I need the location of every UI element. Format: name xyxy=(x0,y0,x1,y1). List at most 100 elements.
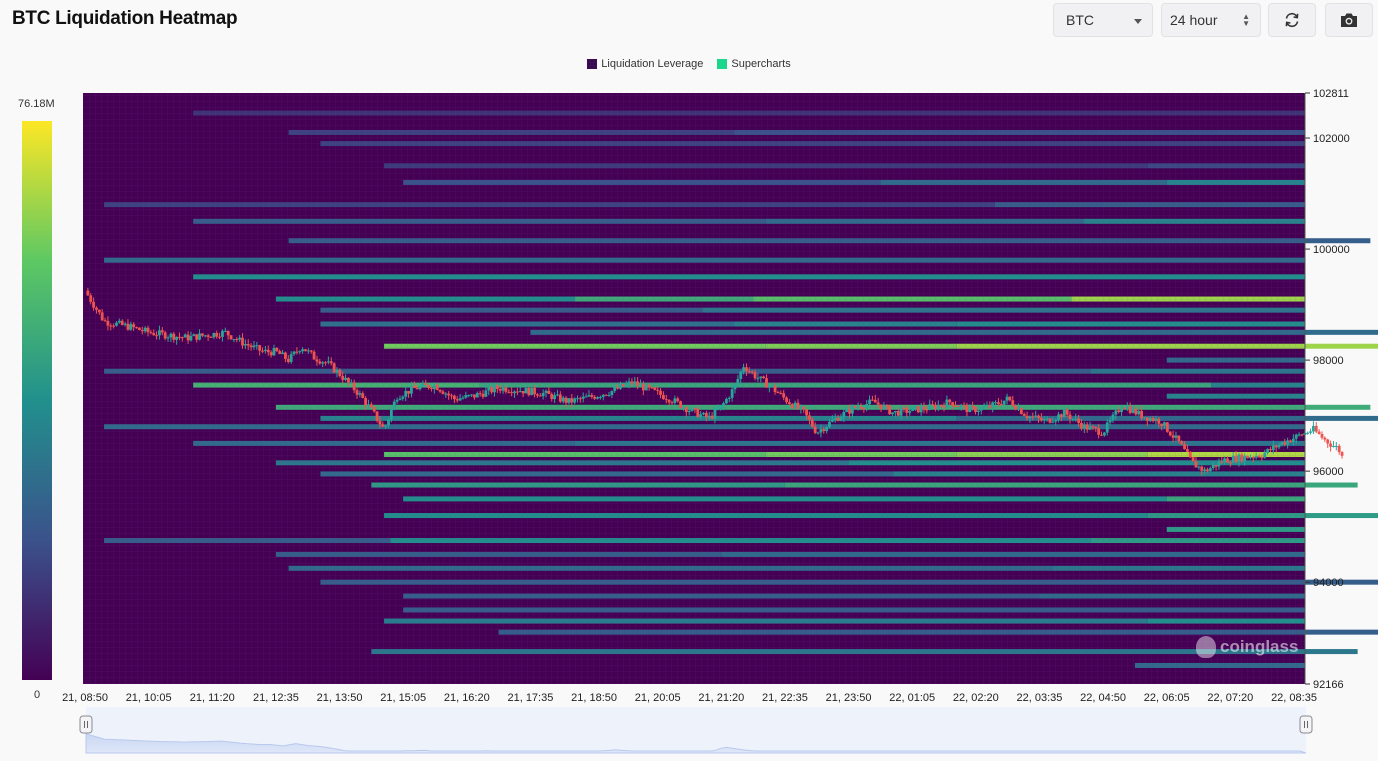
candle-body xyxy=(916,406,920,413)
candle-body xyxy=(1271,445,1275,451)
candle-body xyxy=(450,395,453,397)
candle-body xyxy=(504,387,508,392)
candle-body xyxy=(976,410,980,412)
candle-body xyxy=(1128,406,1132,413)
x-tick-label: 21, 21:20 xyxy=(698,692,744,704)
candle-body xyxy=(647,384,651,388)
liquidation-heatmap-chart[interactable]: 102811 102000 100000 98000 96000 94000 92166 2… xyxy=(0,0,1378,761)
candle-body xyxy=(252,345,256,348)
candle-body xyxy=(1134,408,1138,415)
candle-body xyxy=(558,394,562,402)
candle-body xyxy=(1057,414,1060,420)
candle-body xyxy=(229,335,233,340)
candle-body xyxy=(538,395,542,397)
candle-body xyxy=(1042,419,1046,421)
candle-body xyxy=(676,398,680,402)
candle-body xyxy=(198,333,201,340)
candle-body xyxy=(192,334,196,337)
candle-body xyxy=(1111,414,1115,421)
candle-body xyxy=(180,337,184,339)
candle-body xyxy=(902,407,906,409)
candle-body xyxy=(218,336,221,338)
candle-body xyxy=(601,394,605,397)
candle-body xyxy=(484,390,488,397)
candle-body xyxy=(1160,423,1164,426)
candle-body xyxy=(756,378,760,380)
candle-body xyxy=(212,332,216,338)
navigator-handle-left[interactable] xyxy=(79,715,93,734)
candle-body xyxy=(988,405,992,408)
candle-body xyxy=(1002,400,1006,405)
candle-body xyxy=(750,371,754,373)
candle-body xyxy=(742,367,745,372)
candle-body xyxy=(1163,422,1166,426)
candle-body xyxy=(458,398,462,401)
candle-body xyxy=(195,334,199,340)
candle-body xyxy=(765,378,768,388)
candle-body xyxy=(607,394,611,396)
candle-body xyxy=(1168,431,1172,436)
candle-body xyxy=(138,327,141,331)
candle-body xyxy=(782,393,786,398)
candle-body xyxy=(727,397,731,399)
candle-body xyxy=(255,345,259,347)
candle-body xyxy=(759,376,763,379)
candle-body xyxy=(1251,457,1255,459)
candle-body xyxy=(653,387,657,390)
candle-body xyxy=(1074,418,1078,420)
candle-body xyxy=(152,333,156,336)
candle-body xyxy=(464,395,468,398)
candle-body xyxy=(352,382,356,391)
x-tick-label: 22, 04:50 xyxy=(1080,692,1126,704)
heatmap-grid xyxy=(83,93,1305,684)
candle-body xyxy=(982,406,986,408)
candle-body xyxy=(911,407,914,412)
candle-body xyxy=(1094,426,1098,429)
candle-body xyxy=(1028,416,1032,419)
candle-body xyxy=(564,397,568,403)
range-navigator[interactable] xyxy=(79,707,1313,754)
candle-body xyxy=(1088,426,1092,430)
candle-body xyxy=(1274,445,1278,448)
candle-body xyxy=(146,327,150,333)
candle-body xyxy=(888,405,892,415)
candle-body xyxy=(954,405,957,407)
navigator-handle-right[interactable] xyxy=(1299,715,1313,734)
candle-body xyxy=(793,402,797,408)
candle-body xyxy=(1039,417,1043,421)
candle-body xyxy=(135,327,138,329)
candle-body xyxy=(387,419,390,426)
candle-body xyxy=(530,387,534,396)
x-tick-label: 21, 16:20 xyxy=(444,692,490,704)
candle-body xyxy=(312,351,316,360)
candle-body xyxy=(593,396,597,399)
candle-body xyxy=(687,410,691,413)
x-tick-label: 21, 23:50 xyxy=(826,692,872,704)
candle-body xyxy=(461,397,465,399)
candle-body xyxy=(1263,452,1267,458)
candle-body xyxy=(822,429,826,432)
candle-body xyxy=(773,385,777,392)
candle-body xyxy=(828,421,831,428)
candle-body xyxy=(92,301,95,308)
candle-body xyxy=(673,398,677,403)
candle-body xyxy=(1071,418,1075,420)
x-tick-label: 21, 22:35 xyxy=(762,692,808,704)
candle-body xyxy=(1249,457,1252,459)
candle-body xyxy=(309,350,313,352)
candle-body xyxy=(1157,418,1161,424)
candle-body xyxy=(1257,456,1261,458)
candle-body xyxy=(644,384,648,391)
candle-body xyxy=(596,397,599,399)
candle-body xyxy=(209,336,213,338)
candle-body xyxy=(258,345,262,351)
candle-body xyxy=(321,362,325,364)
candle-body xyxy=(404,390,408,397)
candle-body xyxy=(928,404,932,410)
candle-body xyxy=(547,390,551,394)
candle-body xyxy=(1025,415,1029,419)
candle-body xyxy=(776,391,780,393)
candle-body xyxy=(956,405,960,407)
candle-body xyxy=(1145,417,1149,421)
candle-body xyxy=(1054,419,1058,422)
